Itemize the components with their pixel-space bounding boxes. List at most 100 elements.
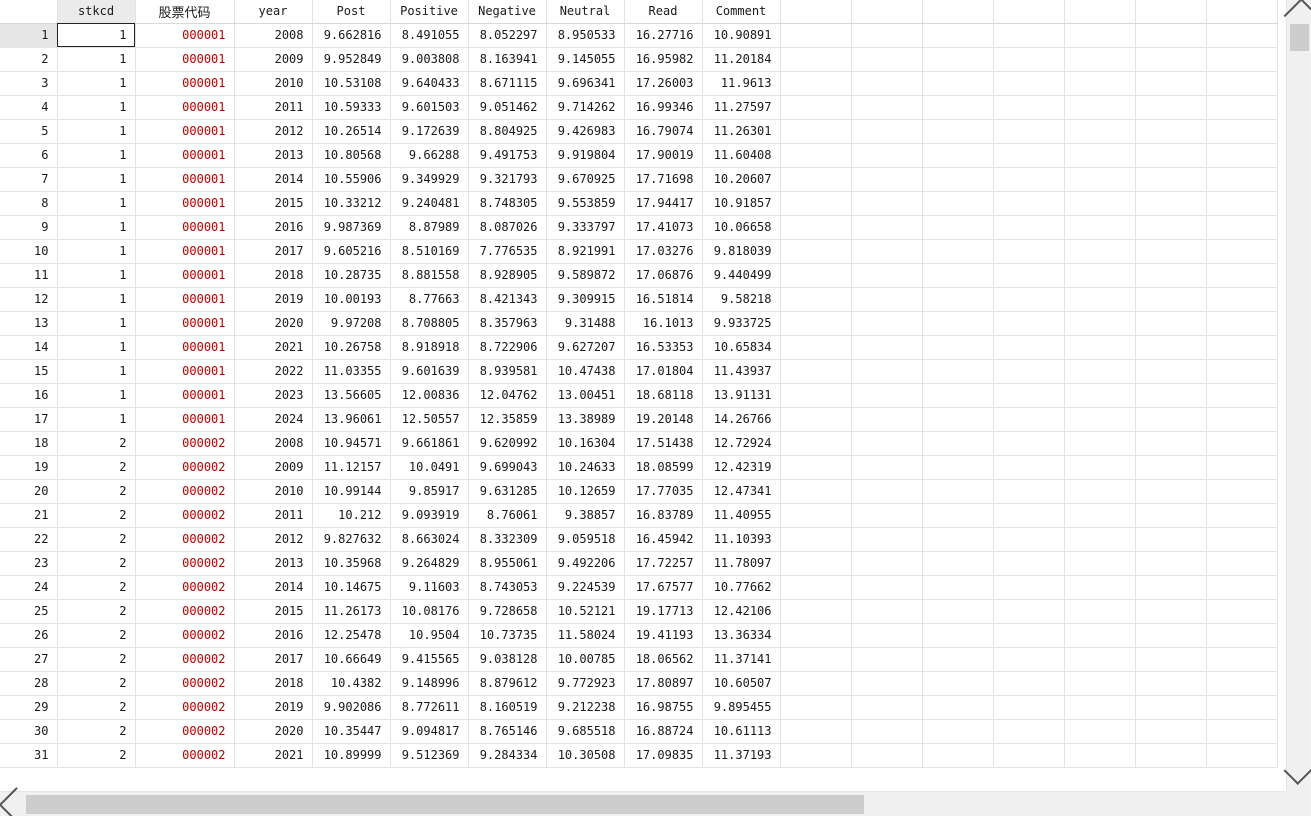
cell-empty[interactable] bbox=[780, 575, 852, 600]
cell-comment[interactable]: 9.818039 bbox=[702, 239, 781, 264]
cell-empty[interactable] bbox=[780, 167, 852, 192]
cell-empty[interactable] bbox=[1135, 143, 1207, 168]
row-number-header[interactable] bbox=[0, 0, 58, 24]
column-header-positive[interactable]: Positive bbox=[390, 0, 469, 24]
cell-year[interactable]: 2020 bbox=[234, 311, 313, 336]
cell-empty[interactable] bbox=[1064, 671, 1136, 696]
cell-neutral[interactable]: 9.589872 bbox=[546, 263, 625, 288]
cell-negative[interactable]: 8.748305 bbox=[468, 191, 547, 216]
cell-empty[interactable] bbox=[1064, 191, 1136, 216]
cell-positive[interactable]: 10.9504 bbox=[390, 623, 469, 648]
cell-negative[interactable]: 8.052297 bbox=[468, 23, 547, 48]
cell-positive[interactable]: 9.094817 bbox=[390, 719, 469, 744]
cell-year[interactable]: 2016 bbox=[234, 623, 313, 648]
cell-negative[interactable]: 9.321793 bbox=[468, 167, 547, 192]
cell-post[interactable]: 10.59333 bbox=[312, 95, 391, 120]
cell-neutral[interactable]: 9.627207 bbox=[546, 335, 625, 360]
cell-empty[interactable] bbox=[851, 551, 923, 576]
chevron-right-icon[interactable] bbox=[1258, 792, 1282, 816]
cell-empty[interactable] bbox=[851, 599, 923, 624]
cell-empty[interactable] bbox=[922, 383, 994, 408]
horizontal-scrollbar[interactable] bbox=[0, 787, 1286, 816]
table-row[interactable]: 4 1 000001 2011 10.59333 9.601503 9.051462 9.71… bbox=[0, 95, 1278, 120]
cell-neutral[interactable]: 9.38857 bbox=[546, 503, 625, 528]
cell-stock-code[interactable]: 000001 bbox=[135, 71, 235, 96]
cell-empty[interactable] bbox=[780, 359, 852, 384]
cell-empty[interactable] bbox=[922, 479, 994, 504]
cell-post[interactable]: 10.66649 bbox=[312, 647, 391, 672]
cell-comment[interactable]: 11.43937 bbox=[702, 359, 781, 384]
cell-empty[interactable] bbox=[1206, 551, 1278, 576]
cell-empty[interactable] bbox=[780, 71, 852, 96]
cell-year[interactable]: 2012 bbox=[234, 119, 313, 144]
cell-neutral[interactable]: 13.38989 bbox=[546, 407, 625, 432]
cell-negative[interactable]: 8.76061 bbox=[468, 503, 547, 528]
cell-stkcd[interactable]: 2 bbox=[57, 527, 136, 552]
cell-read[interactable]: 17.77035 bbox=[624, 479, 703, 504]
cell-neutral[interactable]: 13.00451 bbox=[546, 383, 625, 408]
cell-stock-code[interactable]: 000002 bbox=[135, 599, 235, 624]
cell-stkcd[interactable]: 1 bbox=[57, 47, 136, 72]
cell-stock-code[interactable]: 000002 bbox=[135, 719, 235, 744]
cell-empty[interactable] bbox=[1206, 623, 1278, 648]
cell-stkcd[interactable]: 1 bbox=[57, 359, 136, 384]
cell-comment[interactable]: 10.77662 bbox=[702, 575, 781, 600]
cell-empty[interactable] bbox=[1206, 599, 1278, 624]
cell-empty[interactable] bbox=[851, 383, 923, 408]
cell-empty[interactable] bbox=[1206, 47, 1278, 72]
cell-empty[interactable] bbox=[922, 143, 994, 168]
cell-empty[interactable] bbox=[780, 95, 852, 120]
cell-empty[interactable] bbox=[1064, 455, 1136, 480]
cell-empty[interactable] bbox=[780, 263, 852, 288]
cell-empty[interactable] bbox=[780, 479, 852, 504]
cell-comment[interactable]: 9.58218 bbox=[702, 287, 781, 312]
cell-negative[interactable]: 8.160519 bbox=[468, 695, 547, 720]
cell-negative[interactable]: 8.671115 bbox=[468, 71, 547, 96]
cell-neutral[interactable]: 10.12659 bbox=[546, 479, 625, 504]
cell-negative[interactable]: 12.04762 bbox=[468, 383, 547, 408]
column-header-empty[interactable] bbox=[922, 0, 994, 24]
cell-empty[interactable] bbox=[993, 743, 1065, 768]
cell-read[interactable]: 18.68118 bbox=[624, 383, 703, 408]
cell-empty[interactable] bbox=[780, 719, 852, 744]
cell-read[interactable]: 17.03276 bbox=[624, 239, 703, 264]
cell-empty[interactable] bbox=[993, 647, 1065, 672]
row-number-cell[interactable]: 20 bbox=[0, 479, 58, 504]
row-number-cell[interactable]: 19 bbox=[0, 455, 58, 480]
cell-year[interactable]: 2024 bbox=[234, 407, 313, 432]
cell-empty[interactable] bbox=[1206, 743, 1278, 768]
cell-negative[interactable]: 9.491753 bbox=[468, 143, 547, 168]
cell-stock-code[interactable]: 000001 bbox=[135, 383, 235, 408]
cell-empty[interactable] bbox=[1206, 479, 1278, 504]
cell-positive[interactable]: 9.640433 bbox=[390, 71, 469, 96]
cell-comment[interactable]: 10.61113 bbox=[702, 719, 781, 744]
cell-read[interactable]: 17.51438 bbox=[624, 431, 703, 456]
cell-empty[interactable] bbox=[1135, 359, 1207, 384]
cell-read[interactable]: 16.53353 bbox=[624, 335, 703, 360]
cell-post[interactable]: 10.99144 bbox=[312, 479, 391, 504]
cell-empty[interactable] bbox=[780, 551, 852, 576]
row-number-cell[interactable]: 31 bbox=[0, 743, 58, 768]
cell-comment[interactable]: 12.72924 bbox=[702, 431, 781, 456]
cell-neutral[interactable]: 8.950533 bbox=[546, 23, 625, 48]
chevron-up-icon[interactable] bbox=[1283, 0, 1311, 30]
cell-empty[interactable] bbox=[1135, 551, 1207, 576]
cell-year[interactable]: 2019 bbox=[234, 287, 313, 312]
table-row[interactable]: 25 2 000002 2015 11.26173 10.08176 9.728658 10.… bbox=[0, 599, 1278, 624]
cell-empty[interactable] bbox=[1206, 239, 1278, 264]
cell-comment[interactable]: 11.26301 bbox=[702, 119, 781, 144]
cell-empty[interactable] bbox=[1135, 575, 1207, 600]
table-row[interactable]: 29 2 000002 2019 9.902086 8.772611 8.160519 9.2… bbox=[0, 695, 1278, 720]
cell-empty[interactable] bbox=[1064, 743, 1136, 768]
cell-stock-code[interactable]: 000001 bbox=[135, 263, 235, 288]
cell-post[interactable]: 10.80568 bbox=[312, 143, 391, 168]
cell-empty[interactable] bbox=[1135, 239, 1207, 264]
row-number-cell[interactable]: 14 bbox=[0, 335, 58, 360]
cell-stock-code[interactable]: 000002 bbox=[135, 527, 235, 552]
cell-empty[interactable] bbox=[1206, 383, 1278, 408]
cell-post[interactable]: 10.53108 bbox=[312, 71, 391, 96]
cell-positive[interactable]: 9.661861 bbox=[390, 431, 469, 456]
cell-negative[interactable]: 12.35859 bbox=[468, 407, 547, 432]
cell-empty[interactable] bbox=[993, 455, 1065, 480]
cell-comment[interactable]: 12.47341 bbox=[702, 479, 781, 504]
